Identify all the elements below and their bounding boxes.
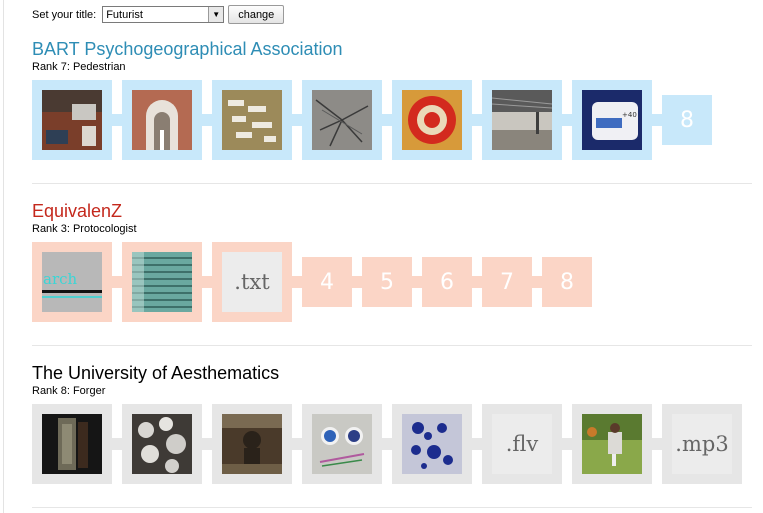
tile-5[interactable] xyxy=(392,404,472,484)
title-select-value: Futurist xyxy=(106,8,143,21)
window-blinds-photo xyxy=(132,252,192,312)
tile-8[interactable]: .mp3 xyxy=(662,404,742,484)
title-select[interactable]: Futurist ▼ xyxy=(102,6,225,23)
paint-cups-photo xyxy=(312,414,372,474)
group-divider xyxy=(32,183,752,184)
group-divider xyxy=(32,345,752,346)
transit-map-photo xyxy=(312,90,372,150)
tile-chain: arch .txt 4 5 6 7 8 xyxy=(32,242,752,322)
tile-2[interactable] xyxy=(122,404,202,484)
tile-chain: .flv .mp3 xyxy=(32,404,752,484)
tile-2[interactable] xyxy=(122,242,202,322)
tile-4[interactable]: 4 xyxy=(302,257,352,307)
tile-5[interactable]: 5 xyxy=(362,257,412,307)
search-text-caption: arch xyxy=(43,270,78,288)
tile-3[interactable] xyxy=(212,80,292,160)
tile-4[interactable] xyxy=(302,80,382,160)
tile-6[interactable] xyxy=(482,80,562,160)
left-border xyxy=(3,0,4,513)
title-setter: Set your title: Futurist ▼ change xyxy=(32,5,285,24)
tile-8[interactable]: 8 xyxy=(542,257,592,307)
tile-7[interactable]: 7 xyxy=(482,257,532,307)
group-rank: Rank 7: Pedestrian xyxy=(32,61,126,73)
book-spine-photo xyxy=(42,414,102,474)
bart-ticket-photo: +40 xyxy=(582,90,642,150)
group-equivalenz: EquivalenZ Rank 3: Protocologist arch .t… xyxy=(32,200,752,322)
txt-file-icon: .txt xyxy=(222,252,282,312)
group-title[interactable]: The University of Aesthematics xyxy=(32,362,752,384)
tile-3[interactable] xyxy=(212,404,292,484)
group-title[interactable]: BART Psychogeographical Association xyxy=(32,38,752,60)
tile-3[interactable]: .txt xyxy=(212,242,292,322)
tile-1[interactable] xyxy=(32,404,112,484)
sculpture-photo xyxy=(222,414,282,474)
chevron-down-icon[interactable]: ▼ xyxy=(208,7,224,22)
tile-7[interactable]: +40 xyxy=(572,80,652,160)
tile-2[interactable] xyxy=(122,80,202,160)
group-rank: Rank 3: Protocologist xyxy=(32,223,137,235)
flv-file-icon: .flv xyxy=(492,414,552,474)
search-text-photo: arch xyxy=(42,252,102,312)
tile-6[interactable]: .flv xyxy=(482,404,562,484)
people-on-lawn-photo xyxy=(582,414,642,474)
tile-8[interactable]: 8 xyxy=(662,95,712,145)
group-bart: BART Psychogeographical Association Rank… xyxy=(32,38,752,160)
mp3-file-icon: .mp3 xyxy=(672,414,732,474)
tile-chain: +40 8 xyxy=(32,80,752,160)
group-title[interactable]: EquivalenZ xyxy=(32,200,752,222)
group-divider xyxy=(32,507,752,508)
change-button[interactable]: change xyxy=(228,5,285,24)
tile-4[interactable] xyxy=(302,404,382,484)
tile-1[interactable]: arch xyxy=(32,242,112,322)
group-rank: Rank 8: Forger xyxy=(32,385,106,397)
archway-photo xyxy=(132,90,192,150)
notes-on-table-photo xyxy=(222,90,282,150)
tile-7[interactable] xyxy=(572,404,652,484)
station-platform-photo xyxy=(492,90,552,150)
tile-5[interactable] xyxy=(392,80,472,160)
blue-ink-splatter-photo xyxy=(402,414,462,474)
title-label: Set your title: xyxy=(32,8,97,21)
tile-6[interactable]: 6 xyxy=(422,257,472,307)
target-logo-photo xyxy=(402,90,462,150)
svg-text:+40: +40 xyxy=(622,111,637,119)
snowy-ground-photo xyxy=(132,414,192,474)
desk-photo xyxy=(42,90,102,150)
tile-1[interactable] xyxy=(32,80,112,160)
group-aesthematics: The University of Aesthematics Rank 8: F… xyxy=(32,362,752,484)
